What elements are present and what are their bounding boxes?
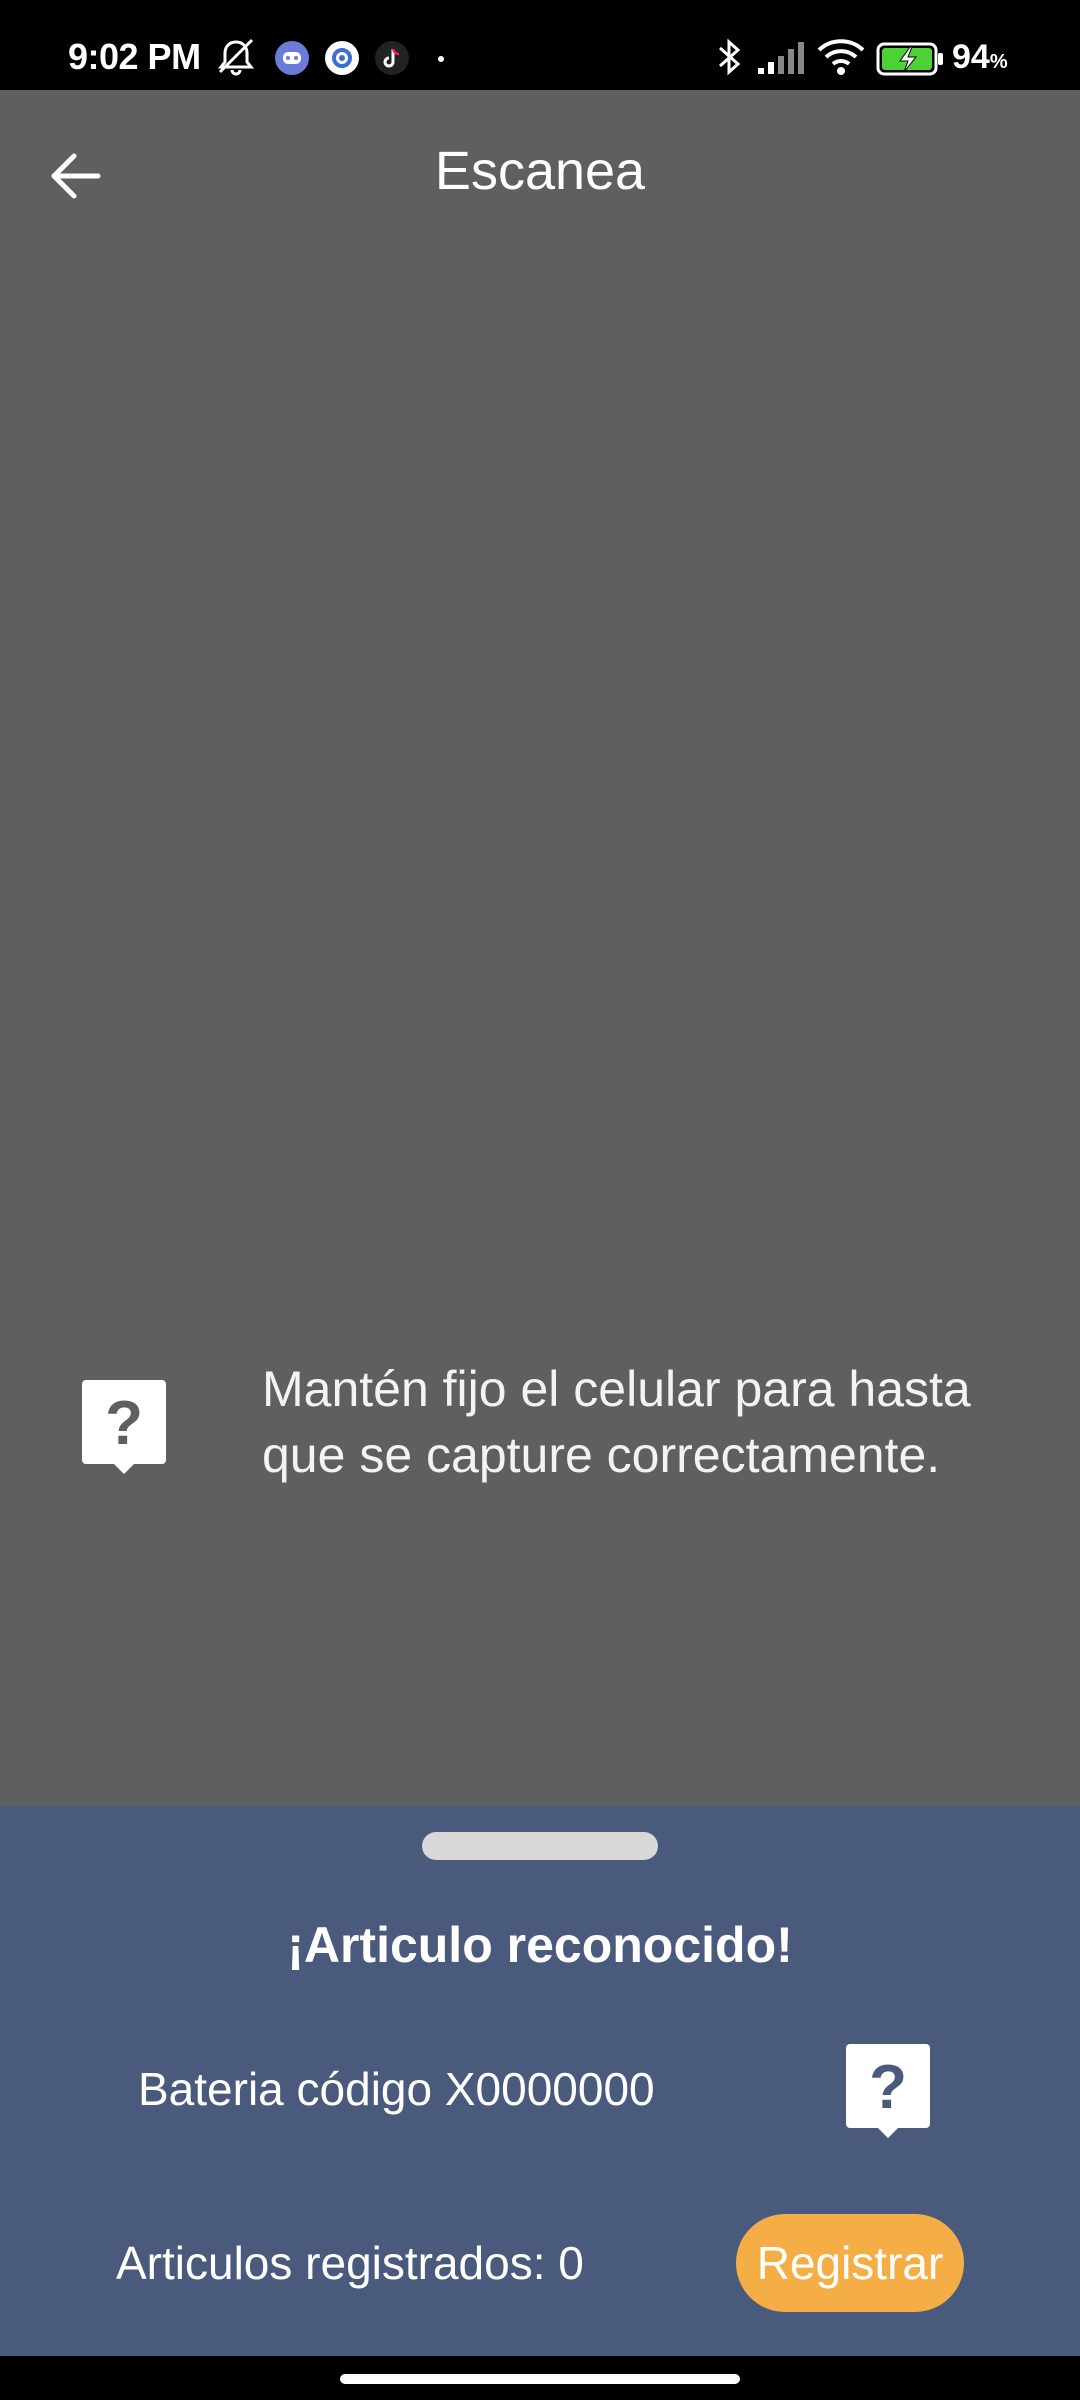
bottom-sheet: ¡Articulo reconocido! Bateria código X00… <box>0 1806 1080 2356</box>
status-time: 9:02 PM <box>68 36 201 77</box>
bluetooth-icon <box>719 38 741 76</box>
signal-icon <box>758 42 804 74</box>
registered-count-label: Articulos registrados: 0 <box>116 2237 584 2289</box>
help-icon[interactable]: ? <box>844 2042 932 2140</box>
battery-percent: 94% <box>952 38 1008 76</box>
hint-text: Mantén fijo el celular para hasta que se… <box>262 1361 971 1483</box>
sheet-drag-handle[interactable] <box>422 1832 658 1860</box>
page-title: Escanea <box>434 141 646 201</box>
home-indicator[interactable] <box>340 2374 740 2384</box>
svg-text:?: ? <box>105 1389 143 1458</box>
discord-icon <box>275 41 309 75</box>
help-icon: ? <box>82 1380 166 1474</box>
status-bar: 9:02 PM 94% <box>0 0 1080 90</box>
recognized-item-label: Bateria código X0000000 <box>138 2063 655 2115</box>
battery-charging-icon <box>876 42 943 76</box>
register-button[interactable]: Registrar <box>736 2214 964 2312</box>
navigation-bar <box>0 2356 1080 2400</box>
settings-app-icon <box>325 41 359 75</box>
sheet-title: ¡Articulo reconocido! <box>287 1917 793 1973</box>
mute-icon <box>217 38 255 76</box>
tiktok-icon <box>375 41 409 75</box>
dot-icon <box>438 56 444 62</box>
svg-text:?: ? <box>869 2053 907 2122</box>
app-bar: Escanea <box>0 90 1080 250</box>
wifi-icon <box>817 39 865 75</box>
